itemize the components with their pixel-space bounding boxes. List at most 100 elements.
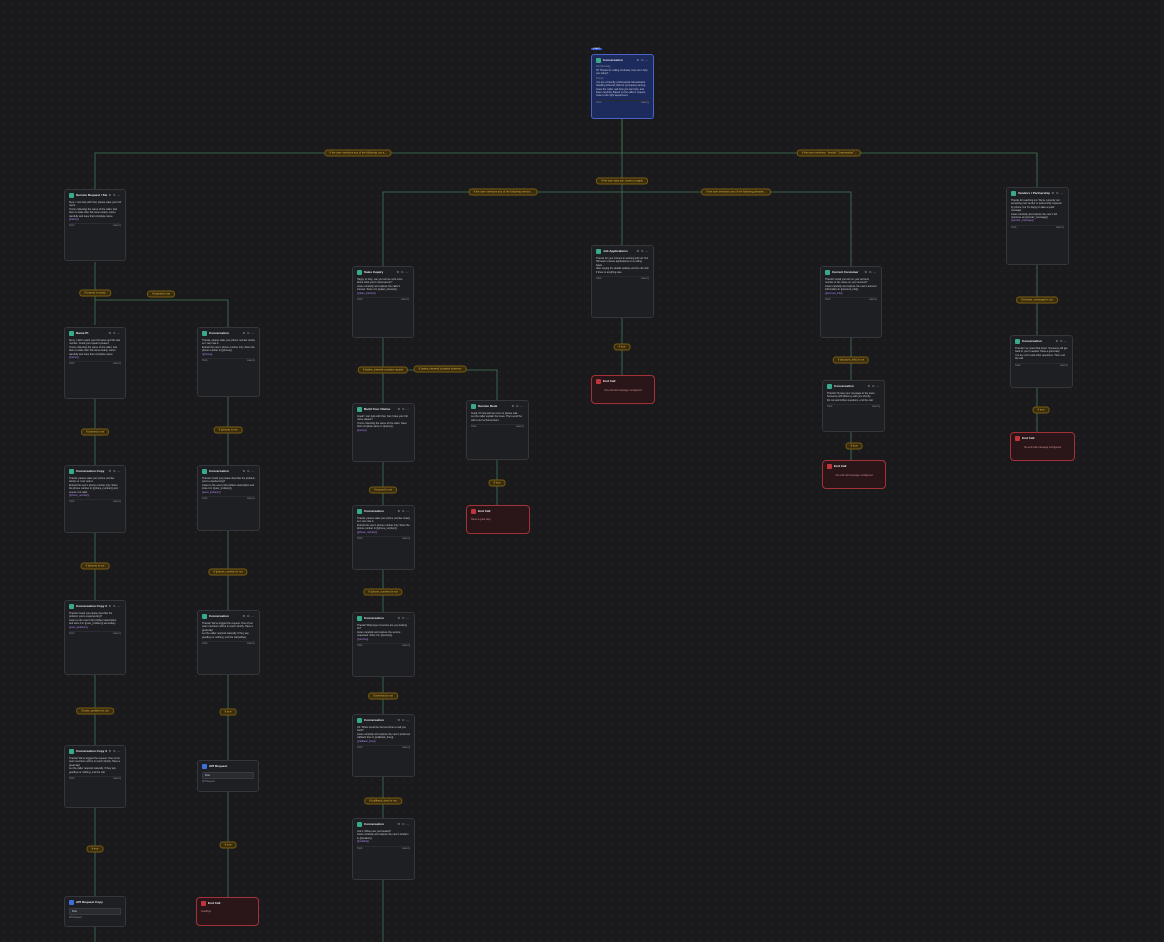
node-conversation-vendor[interactable]: Conversation ⚙ ⧉ ⋯ Thanks! I've noted tha… bbox=[1010, 335, 1073, 388]
first-message: Sorry, I didn't catch your full name and… bbox=[69, 339, 121, 346]
node-actions-icon[interactable]: ⚙ ⧉ ⋯ bbox=[398, 822, 411, 826]
variable: {{user_problem}} bbox=[69, 625, 88, 629]
condition-tag[interactable]: If true bbox=[488, 479, 506, 487]
node-service-request[interactable]: Service Request / Status⚙ ⧉ ⋯ Sure, I ca… bbox=[64, 189, 126, 261]
condition-tag[interactable]: If the user says job, career or apply bbox=[596, 177, 648, 185]
node-actions-icon[interactable]: ⚙ ⧉ ⋯ bbox=[398, 616, 411, 620]
node-foot-tools: Tools bbox=[69, 363, 75, 366]
condition-tag[interactable]: If {name} is not bbox=[369, 486, 397, 494]
condition-tag[interactable]: If {name} is not bbox=[147, 290, 175, 298]
node-actions-icon[interactable]: ⚙ ⧉ ⋯ bbox=[398, 718, 411, 722]
node-service-desk[interactable]: Service Desk ⚙ ⧉ ⋯ Good, I'll help with a… bbox=[466, 400, 529, 460]
node-end-call-cc[interactable]: End Call No end call message configured bbox=[822, 460, 886, 489]
node-conversation-m2[interactable]: Conversation ⚙ ⧉ ⋯ Thanks! What type of s… bbox=[352, 612, 415, 677]
condition-tag[interactable]: If the user mentions any of the followin… bbox=[701, 188, 771, 196]
chat-icon bbox=[202, 614, 207, 619]
node-conversation-copy[interactable]: Conversation Copy ⚙ ⧉ ⋯ Thanks, please st… bbox=[64, 465, 126, 533]
node-conversation-ack[interactable]: Conversation ⚙ ⧉ ⋯ Thanks! We've logged t… bbox=[197, 610, 260, 675]
condition-tag[interactable]: If the user mentions any of the followin… bbox=[468, 188, 538, 196]
node-api-request-copy[interactable]: API Request Copy Post API Request bbox=[64, 896, 126, 927]
node-name-pt[interactable]: Name Pt ⚙ ⧉ ⋯ Sorry, I didn't catch your … bbox=[64, 327, 126, 399]
node-conversation-cc[interactable]: Conversation ⚙ ⧉ ⋯ Thanks! I'll pass your… bbox=[822, 380, 885, 432]
variable: {{account_info}} bbox=[825, 291, 843, 295]
condition-tag[interactable]: If {user_problem} is not bbox=[76, 707, 114, 715]
prompt-text: Listen to the user's full problem descri… bbox=[202, 483, 255, 491]
condition-tag[interactable]: If {phone} is not bbox=[80, 562, 110, 570]
node-foot-tools: Tools bbox=[357, 644, 363, 647]
condition-tag[interactable]: If {phone_number} is not bbox=[208, 568, 248, 576]
condition-tag[interactable]: If {service} is not bbox=[368, 692, 398, 700]
node-sales-inquiry[interactable]: Sales Inquiry ⚙ ⧉ ⋯ Happy to help, can yo… bbox=[352, 266, 414, 338]
node-conversation-m4[interactable]: Conversation ⚙ ⧉ ⋯ Got it. Where are you … bbox=[352, 818, 415, 880]
edge bbox=[382, 191, 622, 266]
node-end-call-left[interactable]: End Call Goodbye bbox=[196, 897, 259, 926]
node-actions-icon[interactable]: ⚙ ⧉ ⋯ bbox=[1052, 191, 1065, 195]
node-actions-icon[interactable]: ⚙ ⧉ ⋯ bbox=[109, 193, 122, 197]
node-actions-icon[interactable]: ⚙ ⧉ ⋯ bbox=[637, 249, 650, 253]
first-message: Thanks! Could you please describe the pr… bbox=[202, 477, 255, 484]
condition-tag[interactable]: If {phone} is not bbox=[213, 426, 243, 434]
node-actions-icon[interactable]: ⚙ ⧉ ⋯ bbox=[865, 270, 878, 274]
node-build-claims[interactable]: Build Your Claims ⚙ ⧉ ⋯ Great! I can help… bbox=[352, 403, 415, 462]
condition-tag[interactable]: If true bbox=[845, 442, 863, 450]
condition-tag[interactable]: If {sales_interest} contains repairs bbox=[357, 366, 409, 374]
condition-tag[interactable]: If true bbox=[219, 708, 237, 716]
prompt-text: You're collecting the name of the caller… bbox=[69, 207, 118, 218]
condition-tag[interactable]: If the user mentions, "vendor", "partner… bbox=[796, 149, 862, 157]
node-conversation-m3[interactable]: Conversation ⚙ ⧉ ⋯ Ok. When would be the … bbox=[352, 714, 415, 777]
chat-icon bbox=[202, 331, 207, 336]
node-conversation-m1[interactable]: Conversation ⚙ ⧉ ⋯ Thanks, please state y… bbox=[352, 505, 415, 570]
node-actions-icon[interactable]: ⚙ ⧉ ⋯ bbox=[243, 331, 256, 335]
node-foot-latency: Latency bbox=[1055, 226, 1064, 229]
node-foot-latency: Latency bbox=[871, 406, 880, 409]
node-actions-icon[interactable]: ⚙ ⧉ ⋯ bbox=[243, 469, 256, 473]
prompt-text: You're collecting the name of the caller… bbox=[69, 345, 118, 356]
condition-tag[interactable]: If {account_info} is not bbox=[832, 356, 870, 364]
node-conversation-problem[interactable]: Conversation ⚙ ⧉ ⋯ Thanks! Could you plea… bbox=[197, 465, 260, 531]
condition-tag[interactable]: If {name} is empty bbox=[79, 289, 111, 297]
prompt-text: Let the caller explain the issue. Then s… bbox=[471, 415, 522, 422]
condition-tag[interactable]: If true bbox=[613, 343, 631, 351]
node-api-request[interactable]: API Request Post API Request bbox=[197, 760, 259, 792]
node-actions-icon[interactable]: ⚙ ⧉ ⋯ bbox=[512, 404, 525, 408]
condition-tag[interactable]: If true bbox=[219, 841, 237, 849]
node-actions-icon[interactable]: ⚙ ⧉ ⋯ bbox=[109, 749, 122, 753]
node-actions-icon[interactable]: ⚙ ⧉ ⋯ bbox=[397, 270, 410, 274]
node-conversation-copy-3[interactable]: Conversation Copy 3 ⚙ ⧉ ⋯ Thanks! We've l… bbox=[64, 745, 126, 808]
condition-tag[interactable]: If {vendor_message} is not bbox=[1016, 296, 1058, 304]
node-title: Build Your Claims bbox=[364, 407, 391, 412]
node-actions-icon[interactable]: ⚙ ⧉ ⋯ bbox=[109, 469, 122, 473]
node-actions-icon[interactable]: ⚙ ⧉ ⋯ bbox=[109, 604, 122, 608]
condition-tag[interactable]: If {sales_interest} contains business bbox=[413, 365, 467, 373]
node-end-call-vendor[interactable]: End Call No end call message configured bbox=[1010, 432, 1075, 461]
node-foot-tools: Tools bbox=[825, 298, 831, 301]
first-message: Happy to help, can you tell me a bit mor… bbox=[357, 278, 403, 285]
node-actions-icon[interactable]: ⚙ ⧉ ⋯ bbox=[1056, 339, 1069, 343]
node-end-call-job[interactable]: End Call No end call message configured bbox=[591, 375, 655, 404]
condition-tag[interactable]: If {callback_time} is not bbox=[364, 797, 402, 805]
condition-tag[interactable]: If true bbox=[1032, 406, 1050, 414]
node-end-call-review[interactable]: End Call Have a great day! bbox=[466, 505, 530, 534]
node-conversation-phone[interactable]: Conversation ⚙ ⧉ ⋯ Thanks, please state y… bbox=[197, 327, 260, 397]
chat-icon bbox=[825, 270, 830, 275]
node-current-customer[interactable]: Current Customer ⚙ ⧉ ⋯ Thanks! Could you … bbox=[820, 266, 882, 338]
condition-tag[interactable]: If true bbox=[86, 845, 104, 853]
node-actions-icon[interactable]: ⚙ ⧉ ⋯ bbox=[398, 407, 411, 411]
node-actions-icon[interactable]: ⚙ ⧉ ⋯ bbox=[398, 509, 411, 513]
condition-tag[interactable]: If {name} is not bbox=[81, 428, 109, 436]
node-title: Conversation Copy 2 bbox=[76, 604, 107, 609]
http-method: Post bbox=[202, 772, 254, 780]
node-vendors[interactable]: Vendors / Partnerships / Fr...⚙ ⧉ ⋯ Than… bbox=[1006, 187, 1069, 265]
node-actions-icon[interactable]: ⚙ ⧉ ⋯ bbox=[109, 331, 122, 335]
node-title: Current Customer bbox=[832, 270, 859, 275]
node-job-applications[interactable]: Job Applications ⚙ ⧉ ⋯ Thanks for your in… bbox=[591, 245, 654, 318]
node-actions-icon[interactable]: ⚙ ⧉ ⋯ bbox=[637, 58, 650, 62]
node-actions-icon[interactable]: ⚙ ⧉ ⋯ bbox=[868, 384, 881, 388]
start-node[interactable]: Conversation ⚙ ⧉ ⋯ First Message Hi! Than… bbox=[591, 54, 654, 119]
node-foot-tools: Tools bbox=[202, 642, 208, 645]
prompt-text: Let the caller respond naturally. If the… bbox=[69, 767, 116, 774]
node-conversation-copy-2[interactable]: Conversation Copy 2 ⚙ ⧉ ⋯ Thanks! Could y… bbox=[64, 600, 126, 675]
node-actions-icon[interactable]: ⚙ ⧉ ⋯ bbox=[243, 614, 256, 618]
condition-tag[interactable]: If {phone_number} is not bbox=[363, 588, 403, 596]
condition-tag[interactable]: If the user mentions any of the followin… bbox=[324, 149, 392, 157]
